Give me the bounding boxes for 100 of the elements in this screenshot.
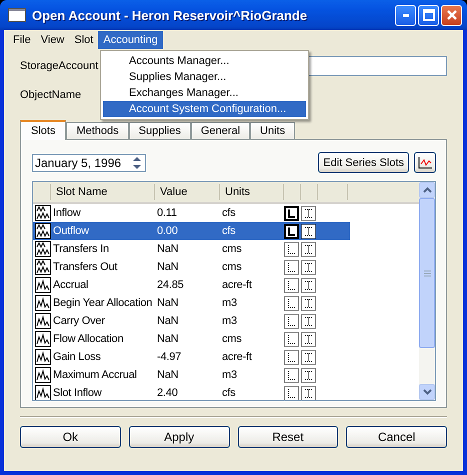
column-header[interactable]: Units (220, 184, 284, 200)
menu-item[interactable]: Supplies Manager... (103, 69, 306, 85)
table-row[interactable]: Transfers In NaN cms (33, 240, 350, 258)
dotted-i-flag-icon[interactable] (301, 350, 316, 364)
table-row[interactable]: Slot Inflow 2.40 cfs (33, 384, 350, 400)
slot-name: Accrual (52, 279, 90, 291)
close-button[interactable] (441, 4, 462, 26)
slot-units: acre-ft (221, 351, 253, 363)
field-label: ObjectName (20, 89, 82, 101)
dialog-button[interactable]: Ok (20, 426, 121, 448)
tab[interactable]: General (190, 122, 250, 139)
l-flag-icon[interactable] (284, 224, 299, 238)
table-row[interactable]: Gain Loss -4.97 acre-ft (33, 348, 350, 366)
table-row[interactable]: Accrual 24.85 acre-ft (33, 276, 350, 294)
column-header[interactable]: Slot Name (51, 184, 155, 200)
slot-units: m3 (221, 315, 238, 327)
slot-value: NaN (156, 261, 180, 273)
slot-value: NaN (156, 315, 180, 327)
dotted-i-flag-icon[interactable] (301, 332, 316, 346)
dotted-i-flag-icon[interactable] (301, 206, 316, 220)
minimize-button[interactable] (395, 4, 416, 26)
minimize-icon (402, 14, 408, 16)
l-flag-icon[interactable] (284, 206, 299, 220)
maximize-button[interactable] (418, 4, 439, 26)
menu-item[interactable]: Accounts Manager... (103, 53, 306, 69)
slot-units: cms (221, 243, 243, 255)
window-title: Open Account - Heron Reservoir^RioGrande (32, 8, 308, 22)
dotted-i-flag-icon[interactable] (301, 224, 316, 238)
slot-name: Carry Over (52, 315, 106, 327)
dotted-l-flag-icon[interactable] (284, 296, 299, 310)
table-row[interactable]: Carry Over NaN m3 (33, 312, 350, 330)
menu-item[interactable]: Slot (69, 31, 98, 49)
slot-value: NaN (156, 297, 180, 309)
slot-name: Outflow (52, 225, 90, 237)
dotted-i-flag-icon[interactable] (301, 242, 316, 256)
slot-value: 0.11 (156, 207, 178, 219)
vertical-scrollbar[interactable] (419, 182, 435, 400)
menu-item[interactable]: File (8, 31, 36, 49)
menu-item[interactable]: Exchanges Manager... (103, 85, 306, 101)
date-spinner[interactable]: January 5, 1996 (32, 154, 146, 172)
spinner-arrows-icon[interactable] (131, 154, 143, 170)
slot-units: cms (221, 261, 243, 273)
table-row[interactable]: Maximum Accrual NaN m3 (33, 366, 350, 384)
tab[interactable]: Methods (66, 122, 129, 139)
dotted-l-flag-icon[interactable] (284, 350, 299, 364)
maximize-icon (422, 9, 434, 21)
field-label: StorageAccount (20, 60, 100, 72)
dotted-l-flag-icon[interactable] (284, 260, 299, 274)
dotted-l-flag-icon[interactable] (284, 368, 299, 382)
slot-value: 24.85 (156, 279, 185, 291)
tab[interactable]: Supplies (128, 122, 191, 139)
table-row[interactable]: Outflow 0.00 cfs (33, 222, 350, 240)
dotted-l-flag-icon[interactable] (284, 332, 299, 346)
table-row[interactable]: Inflow 0.11 cfs (33, 204, 350, 222)
slot-name: Transfers Out (52, 261, 118, 273)
line-chart-icon (418, 156, 432, 168)
dotted-i-flag-icon[interactable] (301, 368, 316, 382)
table-row[interactable]: Transfers Out NaN cms (33, 258, 350, 276)
table-row[interactable]: Flow Allocation NaN cms (33, 330, 350, 348)
table-row[interactable]: Begin Year Allocation NaN m3 (33, 294, 350, 312)
dotted-l-flag-icon[interactable] (284, 278, 299, 292)
slot-units: cms (221, 333, 243, 345)
scroll-down-icon (422, 389, 432, 395)
slot-units: acre-ft (221, 279, 253, 291)
dotted-i-flag-icon[interactable] (301, 386, 316, 400)
slot-units: m3 (221, 297, 238, 309)
slot-name: Begin Year Allocation (52, 297, 154, 309)
menu-item[interactable]: View (36, 31, 70, 49)
dotted-l-flag-icon[interactable] (284, 242, 299, 256)
dialog-button[interactable]: Cancel (346, 426, 447, 448)
close-icon (446, 9, 458, 21)
plot-button[interactable] (414, 152, 436, 173)
dotted-i-flag-icon[interactable] (301, 296, 316, 310)
dialog-button[interactable]: Reset (238, 426, 338, 448)
slot-value: -4.97 (156, 351, 182, 363)
dialog-button[interactable]: Apply (128, 426, 230, 448)
dotted-l-flag-icon[interactable] (284, 386, 299, 400)
slot-value: NaN (156, 333, 180, 345)
tab[interactable]: Slots (20, 120, 66, 140)
slot-units: cfs (221, 207, 236, 219)
window-icon (8, 8, 26, 22)
menu-item[interactable]: Accounting (98, 31, 163, 49)
slot-value: NaN (156, 369, 180, 381)
slot-name: Transfers In (52, 243, 110, 255)
slot-value: 2.40 (156, 387, 179, 399)
edit-series-slots-button[interactable]: Edit Series Slots (318, 152, 409, 173)
slot-value: NaN (156, 243, 180, 255)
dotted-l-flag-icon[interactable] (284, 314, 299, 328)
menu-item[interactable]: Account System Configuration... (103, 101, 306, 117)
slot-units: m3 (221, 369, 238, 381)
slot-name: Slot Inflow (52, 387, 103, 399)
dotted-i-flag-icon[interactable] (301, 314, 316, 328)
dotted-i-flag-icon[interactable] (301, 278, 316, 292)
slot-name: Gain Loss (52, 351, 102, 363)
slot-name: Maximum Accrual (52, 369, 138, 381)
tab[interactable]: Units (250, 122, 296, 139)
grip-icon (424, 270, 430, 276)
slot-units: cfs (221, 387, 236, 399)
column-header[interactable]: Value (155, 184, 220, 200)
dotted-i-flag-icon[interactable] (301, 260, 316, 274)
